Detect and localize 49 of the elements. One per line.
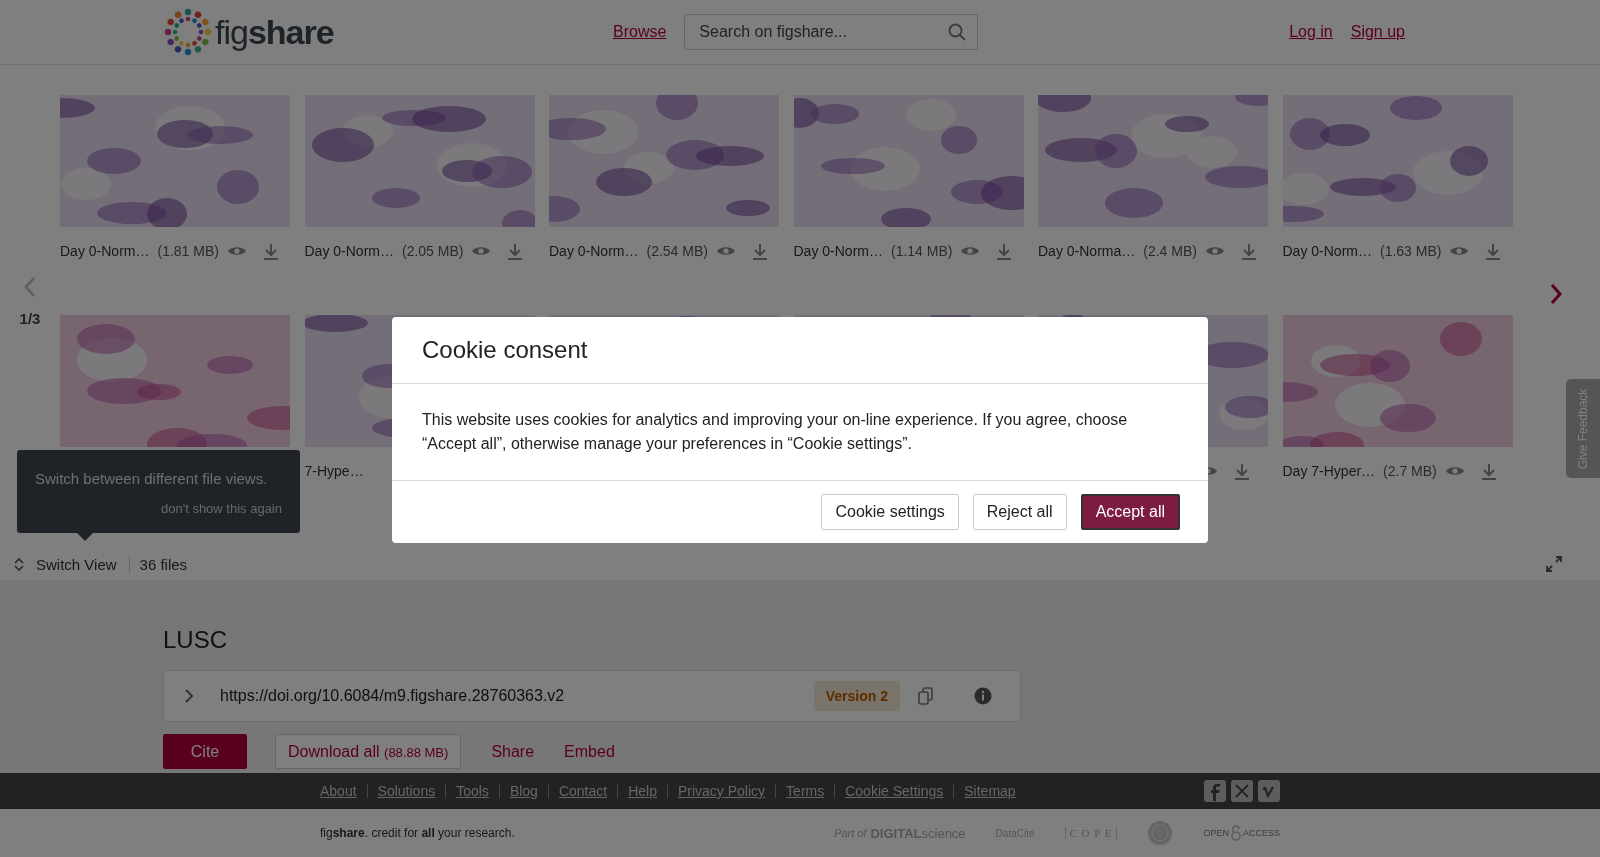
file-name: Day 0-Norm… — [793, 243, 883, 259]
file-name: Day 0-Norm… — [1282, 243, 1372, 259]
browse-link[interactable]: Browse — [613, 23, 667, 41]
dialog-message: This website uses cookies for analytics and improving your on-line experience. If you agree, choose “Accept all”, otherwise manage your preferences in “Cookie settings”. — [392, 384, 1208, 481]
switch-view-button[interactable]: Switch View — [36, 555, 130, 573]
doi-link[interactable]: https://doi.org/10.6084/m9.figshare.28760363.v2 — [220, 687, 565, 705]
file-name: Day 0-Norm… — [60, 243, 150, 259]
item-title: LUSC — [163, 626, 229, 654]
logo-wordmark[interactable]: figshare — [215, 12, 334, 52]
footer-link[interactable]: About — [320, 783, 357, 799]
footer-link[interactable]: Cookie Settings — [845, 783, 944, 799]
file-size: (2.05 MB) — [401, 243, 464, 259]
dialog-button[interactable]: Cookie settings — [821, 494, 959, 530]
tooltip-text: Switch between different file views. — [35, 470, 269, 487]
file-name: 7-Hype… — [304, 463, 364, 479]
dialog-title: Cookie consent — [392, 317, 1208, 384]
share-link[interactable]: Share — [491, 742, 535, 761]
version-badge: Version 2 — [813, 681, 900, 711]
footer-link[interactable]: Sitemap — [964, 783, 1016, 799]
footer-link[interactable]: Tools — [456, 783, 489, 799]
download-all-button[interactable]: Download all (88.88 MB) — [275, 734, 462, 769]
footer-link[interactable]: Privacy Policy — [677, 783, 766, 799]
embed-link[interactable]: Embed — [564, 742, 615, 761]
accept-button[interactable]: Accept all — [1080, 494, 1180, 530]
tagline: figshare. credit for all your research. — [320, 826, 515, 840]
footer-link[interactable]: Contact — [558, 783, 608, 799]
file-size: (2.54 MB) — [646, 243, 708, 259]
file-name: Day 0-Norm… — [549, 243, 639, 259]
file-size: (1.63 MB) — [1379, 243, 1442, 259]
login-link[interactable]: Log in — [1289, 23, 1333, 41]
dialog-button[interactable]: Reject all — [972, 494, 1067, 530]
file-count: 36 files — [139, 555, 188, 573]
dismiss-link[interactable]: don't show this again — [161, 501, 282, 516]
file-name: Day 0-Norma… — [1038, 243, 1136, 259]
open-access-logo[interactable]: OPEN ACCESS — [1203, 825, 1280, 841]
file-size: (2.4 MB) — [1143, 243, 1197, 259]
cite-button[interactable]: Cite — [163, 734, 247, 769]
footer-link[interactable]: Help — [628, 783, 657, 799]
file-size: (1.14 MB) — [890, 243, 953, 259]
footer-link[interactable]: Blog — [509, 783, 538, 799]
search-field[interactable]: Search on figshare... — [684, 14, 979, 50]
signup-link[interactable]: Sign up — [1350, 23, 1405, 41]
footer-link[interactable]: Solutions — [377, 783, 436, 799]
file-name: Day 0-Norm… — [304, 243, 394, 259]
page-counter: 1/3 — [19, 309, 41, 327]
footer-link[interactable]: Terms — [786, 783, 825, 799]
file-size: (2.7 MB) — [1383, 463, 1437, 479]
file-name: Day 7-Hyper… — [1282, 463, 1376, 479]
file-size: (1.81 MB) — [157, 243, 219, 259]
